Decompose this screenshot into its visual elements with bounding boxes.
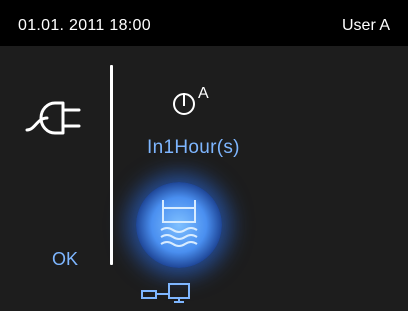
power-plug-icon[interactable] xyxy=(25,98,97,138)
network-monitor-icon[interactable] xyxy=(139,282,195,304)
bath-water-icon xyxy=(160,200,198,247)
panel-divider xyxy=(110,65,113,265)
ok-button[interactable]: OK xyxy=(52,249,78,270)
status-bar: 01.01. 2011 18:00 User A xyxy=(0,0,408,46)
status-datetime: 01.01. 2011 18:00 xyxy=(18,17,151,34)
bath-button[interactable] xyxy=(136,182,222,268)
timer-text[interactable]: In1Hour(s) xyxy=(147,137,240,159)
timer-icon: A xyxy=(173,85,209,115)
timer-superscript: A xyxy=(198,85,209,102)
status-user[interactable]: User A xyxy=(342,17,390,35)
